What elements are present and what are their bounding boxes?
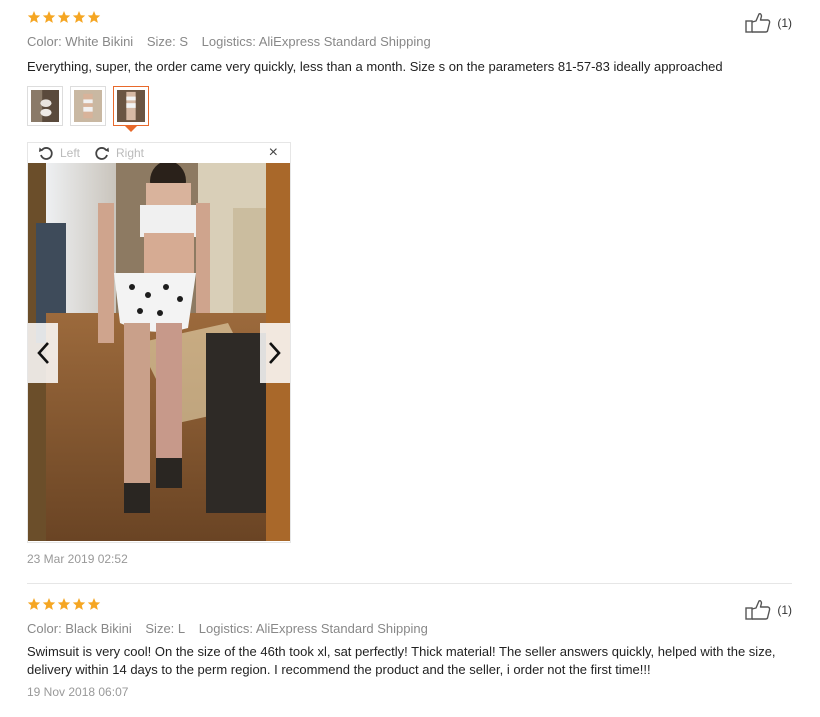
- rotate-left-button[interactable]: Left: [38, 145, 80, 161]
- previous-image-button[interactable]: [28, 323, 58, 383]
- helpful-count: (1): [777, 16, 792, 30]
- review-thumbnail[interactable]: [27, 86, 63, 126]
- thumbs-up-icon: [745, 13, 771, 33]
- star-icon: [72, 10, 86, 24]
- star-icon: [87, 10, 101, 24]
- review-photo: [28, 163, 290, 541]
- review-thumbnails: [27, 86, 149, 132]
- review-meta: Color: White Bikini Size: S Logistics: A…: [27, 34, 441, 49]
- star-icon: [27, 597, 41, 611]
- close-icon[interactable]: ×: [269, 144, 278, 162]
- review-thumbnail[interactable]: [70, 86, 106, 126]
- thumbs-up-icon: [745, 600, 771, 620]
- review-color: Color: White Bikini: [27, 34, 134, 49]
- review-logistics: Logistics: AliExpress Standard Shipping: [198, 621, 428, 636]
- chevron-left-icon: [37, 342, 49, 364]
- star-icon: [27, 10, 41, 24]
- review-item: (1) Color: White Bikini Size: S Logistic…: [27, 10, 792, 584]
- rotate-right-label: Right: [116, 146, 145, 160]
- review-logistics: Logistics: AliExpress Standard Shipping: [201, 34, 431, 49]
- star-icon: [57, 597, 71, 611]
- review-thumbnail-active[interactable]: [113, 86, 149, 132]
- helpful-button[interactable]: (1): [745, 12, 792, 34]
- review-color: Color: Black Bikini: [27, 621, 132, 636]
- helpful-count: (1): [777, 603, 792, 617]
- review-text: Everything, super, the order came very q…: [27, 59, 723, 74]
- review-size: Size: S: [146, 34, 189, 49]
- review-meta: Color: Black Bikini Size: L Logistics: A…: [27, 621, 438, 636]
- star-icon: [42, 597, 56, 611]
- chevron-right-icon: [269, 342, 281, 364]
- review-date: 23 Mar 2019 02:52: [27, 552, 128, 566]
- review-size: Size: L: [145, 621, 186, 636]
- rotate-right-icon: [95, 147, 109, 160]
- review-date: 19 Nov 2018 06:07: [27, 685, 129, 699]
- rotate-left-label: Left: [60, 146, 81, 160]
- helpful-button[interactable]: (1): [745, 599, 792, 621]
- rating-stars: [27, 10, 101, 30]
- star-icon: [42, 10, 56, 24]
- star-icon: [57, 10, 71, 24]
- star-icon: [72, 597, 86, 611]
- rating-stars: [27, 597, 101, 617]
- star-icon: [87, 597, 101, 611]
- rotate-left-icon: [39, 147, 53, 160]
- rotate-right-button[interactable]: Right: [94, 145, 144, 161]
- viewer-toolbar: Left Right ×: [28, 143, 290, 163]
- review-item: (1) Color: Black Bikini Size: L Logistic…: [27, 597, 792, 717]
- next-image-button[interactable]: [260, 323, 290, 383]
- image-viewer: Left Right ×: [27, 142, 291, 543]
- review-text: Swimsuit is very cool! On the size of th…: [27, 644, 776, 677]
